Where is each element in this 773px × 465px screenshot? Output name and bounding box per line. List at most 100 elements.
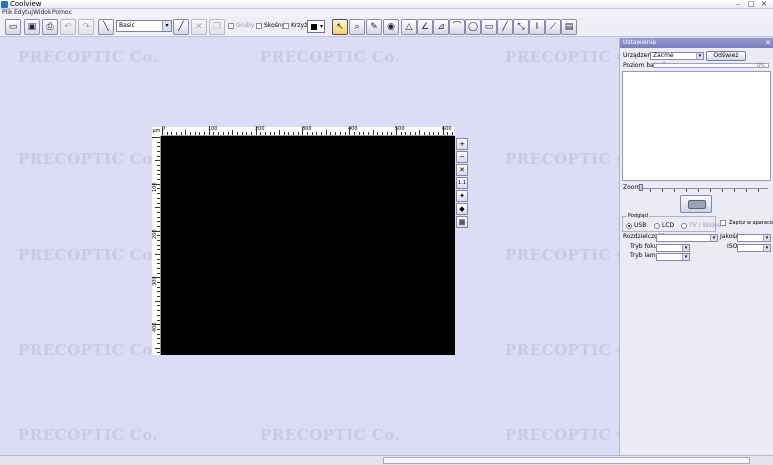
ruler-tick xyxy=(297,132,299,135)
menu-edit[interactable]: Edytuj xyxy=(14,9,33,17)
close-button[interactable]: ✕ xyxy=(759,0,769,9)
new-icon[interactable]: ▭ xyxy=(5,19,21,35)
usb-radio[interactable] xyxy=(626,223,632,229)
ruler-tick xyxy=(155,300,160,302)
capture-button[interactable] xyxy=(680,195,712,213)
watermark: PRECOPTIC Co. xyxy=(260,48,401,66)
menu-help[interactable]: Pomoc xyxy=(52,9,72,17)
ruler-tick xyxy=(222,132,224,135)
triangle-icon[interactable]: △ xyxy=(401,19,417,35)
bold-checkbox[interactable] xyxy=(228,23,234,29)
ruler-tick xyxy=(204,132,206,135)
pen-icon[interactable]: ╲ xyxy=(98,19,114,35)
cross-checkbox[interactable] xyxy=(283,23,289,29)
resolution-select[interactable]: ▾ xyxy=(656,234,718,242)
image-canvas[interactable] xyxy=(161,136,455,355)
ruler-tick xyxy=(358,132,360,135)
menu-file[interactable]: Plik xyxy=(2,9,12,17)
menu-view[interactable]: Widok xyxy=(33,9,51,17)
fit-window-icon[interactable]: ✕ xyxy=(456,164,468,176)
device-select[interactable]: Zacme ▾ xyxy=(650,52,704,60)
ruler-tick xyxy=(339,132,341,135)
arc-icon[interactable]: ⌒ xyxy=(449,19,465,35)
eye-icon[interactable]: ◉ xyxy=(383,19,399,35)
ruler-tick xyxy=(157,263,160,265)
ruler-tick xyxy=(157,319,160,321)
cross-label: Krzyż xyxy=(291,22,308,29)
save-icon[interactable]: ▣ xyxy=(24,19,40,35)
minimize-button[interactable]: – xyxy=(733,0,743,9)
zoom-in-icon[interactable]: + xyxy=(456,138,468,150)
zoom-track[interactable] xyxy=(638,188,768,189)
zoom-tick xyxy=(758,189,759,192)
preview-legend: Podgląd xyxy=(627,212,649,220)
watermark: PRECOPTIC Co. xyxy=(18,246,159,264)
pointer-icon[interactable]: ↖ xyxy=(332,19,348,35)
undo-icon[interactable]: ↶ xyxy=(60,19,76,35)
actual-size-icon[interactable]: 1:1 xyxy=(456,177,468,189)
color-icon[interactable]: ◆ xyxy=(456,203,468,215)
print-icon[interactable]: ⎙ xyxy=(42,19,58,35)
zoom-icon[interactable]: ⌕ xyxy=(349,19,365,35)
lcd-radio[interactable] xyxy=(654,223,660,229)
panel-title: Ustawienia xyxy=(623,39,656,46)
image-icon[interactable]: ▦ xyxy=(456,216,468,228)
clip-icon[interactable]: ▤ xyxy=(561,19,577,35)
chevron-down-icon: ▾ xyxy=(696,53,703,59)
quality-label: Jakość xyxy=(720,233,739,240)
ruler-tick xyxy=(381,132,383,135)
lamp-select[interactable]: ▾ xyxy=(656,253,690,261)
ruler-tick xyxy=(353,132,355,135)
font-select[interactable]: Basic ▾ xyxy=(116,20,172,32)
ruler-tick xyxy=(157,155,160,157)
ruler-tick xyxy=(255,127,257,135)
ruler-tick xyxy=(246,132,248,135)
italic-checkbox[interactable] xyxy=(256,23,262,29)
color-picker[interactable]: ▾ xyxy=(307,20,325,33)
star-icon[interactable]: ✦ xyxy=(456,190,468,202)
delete-icon[interactable]: ✕ xyxy=(191,19,207,35)
camera-preview xyxy=(622,71,771,181)
ruler-tick xyxy=(400,132,402,135)
preview-group: Podgląd USB LCD TV / Wideo xyxy=(622,212,721,232)
refresh-button[interactable]: Odśwież xyxy=(706,51,746,61)
highlight-icon[interactable]: ✎ xyxy=(366,19,382,35)
redo-icon[interactable]: ↷ xyxy=(78,19,94,35)
ruler-tick xyxy=(236,132,238,135)
zoom-out-icon[interactable]: − xyxy=(456,151,468,163)
bold-label: Gruby xyxy=(236,22,255,29)
ruler-tick xyxy=(302,127,304,135)
maximize-button[interactable]: □ xyxy=(746,0,756,9)
line-icon[interactable]: ╱ xyxy=(497,19,513,35)
ruler-tick xyxy=(185,130,187,135)
ruler-tick xyxy=(279,130,280,135)
caliper-icon[interactable]: ⟋ xyxy=(545,19,561,35)
watermark: PRECOPTIC Co. xyxy=(505,426,619,444)
angle-icon[interactable]: ∠ xyxy=(417,19,433,35)
dimension-icon[interactable]: ⤡ xyxy=(513,19,529,35)
save-to-camera-checkbox[interactable] xyxy=(720,220,726,226)
zoom-slider-thumb[interactable] xyxy=(639,184,643,191)
ruler-tick xyxy=(288,132,290,135)
text-icon[interactable]: I xyxy=(529,19,545,35)
ruler-tick xyxy=(424,132,426,135)
ruler-tick xyxy=(349,127,351,135)
quality-select[interactable]: ▾ xyxy=(737,234,771,242)
zoom-tick xyxy=(722,189,723,192)
ruler-tick xyxy=(344,132,346,135)
close-icon[interactable]: ✕ xyxy=(764,38,772,48)
angle-measure-icon[interactable]: ⊿ xyxy=(433,19,449,35)
rect-icon[interactable]: ▭ xyxy=(481,19,497,35)
focus-select[interactable]: ▾ xyxy=(656,244,690,252)
ruler-tick xyxy=(213,132,215,135)
copy-icon[interactable]: ❐ xyxy=(209,19,225,35)
tv-radio[interactable] xyxy=(681,223,687,229)
ellipse-icon[interactable]: ◯ xyxy=(465,19,481,35)
zoom-tick xyxy=(662,189,663,192)
ruler-tick xyxy=(311,132,313,135)
brush-icon[interactable]: ╱ xyxy=(173,19,189,35)
ruler-tick xyxy=(157,328,160,330)
chevron-down-icon: ▾ xyxy=(710,235,717,241)
iso-select[interactable]: ▾ xyxy=(737,244,771,252)
ruler-tick xyxy=(152,137,160,138)
